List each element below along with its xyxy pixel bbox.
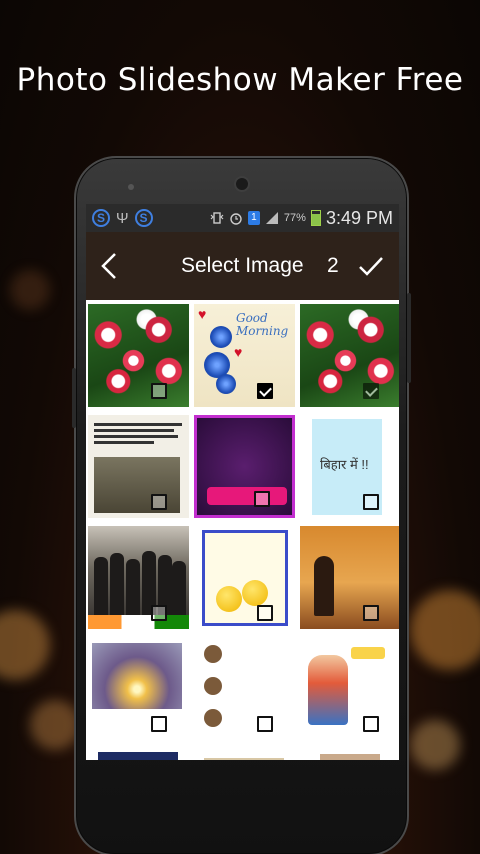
buddha-statue-image[interactable] <box>300 526 399 629</box>
s-app-icon: S <box>92 209 110 227</box>
winking-emoji <box>242 580 268 606</box>
s-app-icon: S <box>134 209 153 227</box>
usb-icon: Ψ <box>116 209 129 227</box>
bokeh-light <box>0 610 50 680</box>
emoji-quote-image[interactable] <box>194 526 295 629</box>
select-checkbox[interactable] <box>151 605 167 621</box>
blue-rose <box>210 326 232 348</box>
statue <box>314 556 334 616</box>
signal-icon <box>265 211 279 225</box>
quote-card-image[interactable] <box>88 748 189 760</box>
select-checkbox[interactable] <box>151 383 167 399</box>
power-button <box>407 293 411 383</box>
bokeh-light <box>30 700 80 750</box>
promo-title: Photo Slideshow Maker Free <box>16 62 464 98</box>
red-flowers-image[interactable] <box>300 304 399 407</box>
status-time: 3:49 PM <box>325 207 393 228</box>
select-checkbox[interactable] <box>257 716 273 732</box>
select-checkbox[interactable] <box>151 494 167 510</box>
red-flowers-image[interactable] <box>88 304 189 407</box>
selected-count: 2 <box>327 254 339 277</box>
phone-screen: S Ψ S 1 77% 3:49 PM Select Image 2 Good … <box>86 204 399 760</box>
text-post-image[interactable] <box>194 748 295 760</box>
heart-icon: ♥ <box>234 344 243 360</box>
done-button[interactable] <box>351 246 391 286</box>
candle-girl-image[interactable] <box>88 637 189 740</box>
battery-icon <box>310 210 321 226</box>
front-camera <box>234 176 250 192</box>
blue-rose <box>216 374 236 394</box>
pink-flower-quote-image[interactable] <box>194 415 295 518</box>
image-grid: Good Morning ♥ ♥ बिहार में !! <box>86 300 399 760</box>
jokes-cartoon-image[interactable] <box>300 637 399 740</box>
good-morning-text: Good Morning <box>236 311 289 338</box>
cartoon-couple <box>308 655 348 725</box>
bihar-quote-image[interactable]: बिहार में !! <box>300 415 399 518</box>
bokeh-light <box>410 720 460 770</box>
phone-frame: S Ψ S 1 77% 3:49 PM Select Image 2 Good … <box>72 156 411 854</box>
heart-icon: ♥ <box>198 306 207 322</box>
bokeh-light <box>410 590 480 670</box>
vibrate-icon <box>210 211 224 225</box>
bokeh-light <box>10 270 50 310</box>
notification-badge: 1 <box>247 211 260 225</box>
select-checkbox[interactable] <box>257 605 273 621</box>
beige-card-image[interactable] <box>300 748 399 760</box>
select-checkbox-checked[interactable] <box>363 383 379 399</box>
chevron-left-icon <box>101 253 116 279</box>
back-button[interactable] <box>86 232 132 300</box>
status-bar: S Ψ S 1 77% 3:49 PM <box>86 204 399 232</box>
laughing-emoji <box>216 586 242 612</box>
proximity-sensor <box>128 184 134 190</box>
select-checkbox[interactable] <box>363 716 379 732</box>
select-checkbox[interactable] <box>254 491 270 507</box>
select-checkbox-checked[interactable] <box>257 383 273 399</box>
battery-percent: 77% <box>283 212 306 224</box>
alarm-icon <box>229 211 243 225</box>
select-checkbox[interactable] <box>363 605 379 621</box>
select-checkbox[interactable] <box>151 716 167 732</box>
group-photo-image[interactable] <box>88 526 189 629</box>
app-bar: Select Image 2 <box>86 232 399 300</box>
volume-button <box>72 368 76 428</box>
bihar-text: बिहार में !! <box>320 457 369 472</box>
good-morning-roses-image[interactable]: Good Morning ♥ ♥ <box>194 304 295 407</box>
select-checkbox[interactable] <box>363 494 379 510</box>
tricolor-flag <box>88 615 189 629</box>
page-title: Select Image <box>181 254 304 277</box>
decorative-ribbon <box>207 487 287 505</box>
hindi-news-crowd-image[interactable] <box>88 415 189 518</box>
crowd-photo <box>94 457 180 513</box>
check-icon <box>359 257 383 276</box>
meme-text-image[interactable] <box>194 637 295 740</box>
